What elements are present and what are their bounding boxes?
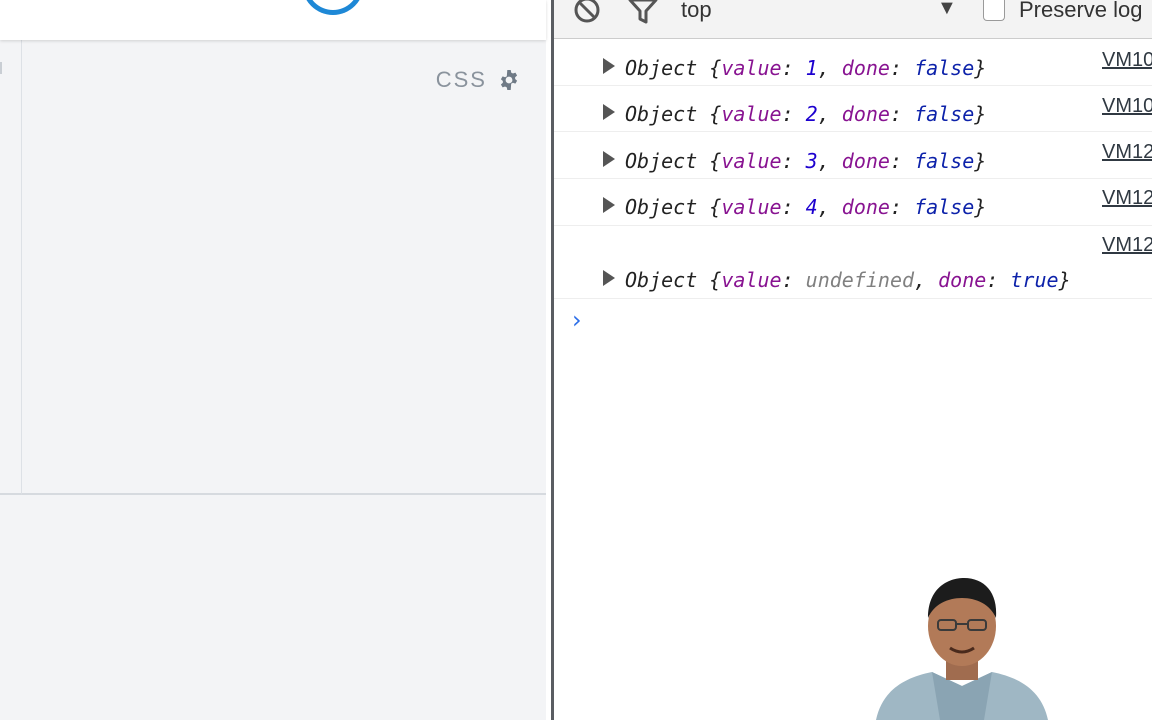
source-link[interactable]: VM10 bbox=[1102, 49, 1152, 72]
console-message: VM12 Object {value: 4, done: false} bbox=[554, 179, 1152, 226]
gutter-marker bbox=[0, 62, 2, 74]
object-entry[interactable]: Object {value: undefined, done: true} bbox=[603, 268, 1071, 292]
console-message: VM10 Object {value: 1, done: false} bbox=[554, 39, 1152, 86]
editor-pane: CSS bbox=[0, 0, 547, 720]
css-panel-label: CSS bbox=[435, 67, 487, 92]
expand-triangle-icon[interactable] bbox=[603, 270, 615, 286]
console-message: VM12 Object {value: undefined, done: tru… bbox=[554, 226, 1152, 299]
clear-console-icon[interactable] bbox=[573, 0, 601, 24]
filter-icon[interactable] bbox=[628, 0, 658, 24]
source-link[interactable]: VM12 bbox=[1102, 234, 1152, 257]
object-entry[interactable]: Object {value: 3, done: false} bbox=[603, 149, 986, 173]
preserve-log-checkbox[interactable] bbox=[983, 0, 1005, 21]
source-link[interactable]: VM12 bbox=[1102, 187, 1152, 210]
run-circle-icon[interactable] bbox=[302, 0, 364, 15]
preserve-log-label[interactable]: Preserve log bbox=[1019, 0, 1143, 23]
source-link[interactable]: VM12 bbox=[1102, 141, 1152, 164]
expand-triangle-icon[interactable] bbox=[603, 151, 615, 167]
expand-triangle-icon[interactable] bbox=[603, 104, 615, 120]
gear-icon[interactable] bbox=[497, 68, 521, 92]
object-entry[interactable]: Object {value: 4, done: false} bbox=[603, 195, 986, 219]
presenter-webcam-image bbox=[876, 578, 1048, 720]
expand-triangle-icon[interactable] bbox=[603, 58, 615, 74]
console-toolbar: top ▼ Preserve log bbox=[554, 0, 1152, 39]
css-panel-header: CSS bbox=[436, 67, 521, 93]
editor-toolbar bbox=[0, 0, 546, 40]
chevron-down-icon[interactable]: ▼ bbox=[937, 0, 957, 20]
object-entry[interactable]: Object {value: 2, done: false} bbox=[603, 102, 986, 126]
expand-triangle-icon[interactable] bbox=[603, 197, 615, 213]
source-link[interactable]: VM10 bbox=[1102, 95, 1152, 118]
console-pane: top ▼ Preserve log VM10 Object {value: 1… bbox=[554, 0, 1152, 720]
console-message: VM12 Object {value: 3, done: false} bbox=[554, 132, 1152, 179]
object-entry[interactable]: Object {value: 1, done: false} bbox=[603, 56, 986, 80]
console-prompt[interactable]: › bbox=[572, 306, 582, 334]
panel-border bbox=[0, 493, 21, 495]
context-selector[interactable]: top bbox=[681, 0, 712, 23]
css-panel[interactable]: CSS bbox=[21, 40, 547, 495]
console-message: VM10 Object {value: 2, done: false} bbox=[554, 86, 1152, 132]
